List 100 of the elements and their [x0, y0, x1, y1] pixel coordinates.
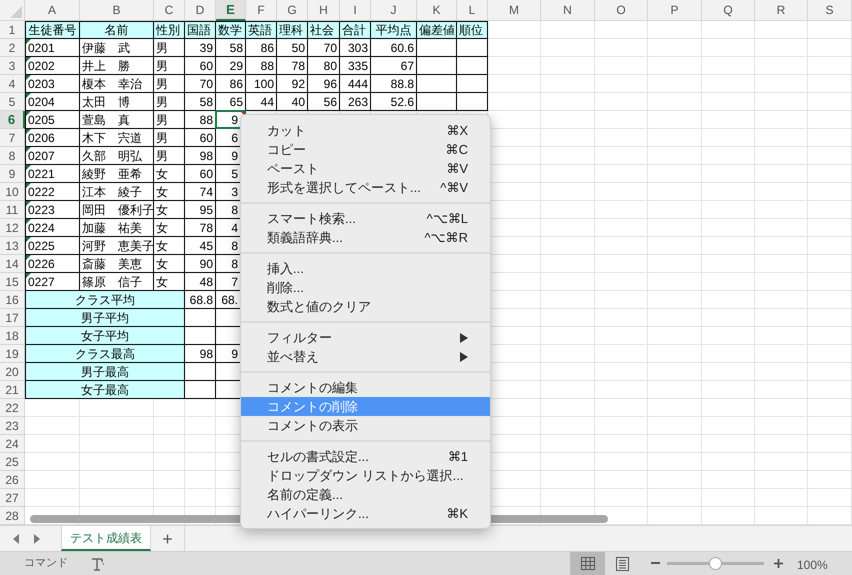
table-cell[interactable]: 29	[216, 57, 246, 75]
table-cell[interactable]: 50	[277, 39, 308, 57]
table-cell[interactable]: 0223	[25, 201, 80, 219]
table-cell[interactable]: 67	[371, 57, 417, 75]
table-cell[interactable]: 90	[185, 255, 216, 273]
table-cell[interactable]: 100	[246, 75, 277, 93]
table-cell[interactable]: 0203	[25, 75, 80, 93]
table-cell[interactable]: 335	[340, 57, 371, 75]
table-cell[interactable]: 58	[185, 93, 216, 111]
table-cell[interactable]: 88	[185, 111, 216, 129]
error-indicator-icon[interactable]	[26, 219, 31, 224]
column-heading[interactable]: 英語	[246, 21, 277, 39]
table-cell[interactable]: 女	[154, 201, 185, 219]
row-header[interactable]: 24	[0, 435, 25, 453]
row-header[interactable]: 10	[0, 183, 25, 201]
table-cell[interactable]	[417, 93, 457, 111]
table-cell[interactable]: 65	[216, 93, 246, 111]
summary-label[interactable]: 女子平均	[25, 327, 185, 345]
row-header[interactable]: 19	[0, 345, 25, 363]
row-header[interactable]: 9	[0, 165, 25, 183]
table-cell[interactable]: 96	[308, 75, 340, 93]
table-cell[interactable]: 39	[185, 39, 216, 57]
error-indicator-icon[interactable]	[26, 237, 31, 242]
row-header[interactable]: 26	[0, 471, 25, 489]
column-header[interactable]: J	[371, 0, 417, 21]
row-header[interactable]: 20	[0, 363, 25, 381]
column-header[interactable]: E	[216, 0, 246, 21]
row-header[interactable]: 28	[0, 507, 25, 525]
table-cell[interactable]: 久部 明弘	[80, 147, 154, 165]
row-header[interactable]: 22	[0, 399, 25, 417]
row-header[interactable]: 11	[0, 201, 25, 219]
table-cell[interactable]: 0225	[25, 237, 80, 255]
menu-item[interactable]: コメントの編集	[241, 378, 490, 397]
sheet-tab[interactable]: テスト成績表	[61, 526, 151, 551]
table-cell[interactable]	[457, 93, 488, 111]
table-cell[interactable]: 綾野 亜希	[80, 165, 154, 183]
row-header[interactable]: 7	[0, 129, 25, 147]
normal-view-button[interactable]	[570, 552, 605, 575]
table-cell[interactable]: 女	[154, 219, 185, 237]
table-cell[interactable]	[185, 363, 216, 381]
table-cell[interactable]: 60.6	[371, 39, 417, 57]
table-cell[interactable]: 0221	[25, 165, 80, 183]
row-header[interactable]: 2	[0, 39, 25, 57]
next-sheet-icon[interactable]	[33, 534, 40, 544]
table-cell[interactable]: 男	[154, 75, 185, 93]
column-header[interactable]: S	[808, 0, 852, 21]
table-cell[interactable]: 86	[246, 39, 277, 57]
table-cell[interactable]: 56	[308, 93, 340, 111]
table-cell[interactable]: 萱島 真	[80, 111, 154, 129]
table-cell[interactable]: 45	[185, 237, 216, 255]
table-cell[interactable]: 95	[185, 201, 216, 219]
row-header[interactable]: 14	[0, 255, 25, 273]
row-header[interactable]: 3	[0, 57, 25, 75]
table-cell[interactable]	[417, 57, 457, 75]
table-cell[interactable]: 太田 博	[80, 93, 154, 111]
column-header[interactable]: G	[277, 0, 308, 21]
column-header[interactable]: O	[595, 0, 648, 21]
table-cell[interactable]: 98	[185, 147, 216, 165]
table-cell[interactable]: 岡田 優利子	[80, 201, 154, 219]
table-cell[interactable]: 男	[154, 57, 185, 75]
table-cell[interactable]: 江本 綾子	[80, 183, 154, 201]
table-cell[interactable]: 木下 宍道	[80, 129, 154, 147]
column-heading[interactable]: 社会	[308, 21, 340, 39]
row-header[interactable]: 17	[0, 309, 25, 327]
table-cell[interactable]: 女	[154, 165, 185, 183]
column-header[interactable]: A	[25, 0, 80, 21]
menu-item[interactable]: コメントの表示	[241, 416, 490, 435]
table-cell[interactable]: 88.8	[371, 75, 417, 93]
zoom-out-icon[interactable]	[651, 562, 660, 565]
menu-item[interactable]: 名前の定義...	[241, 485, 490, 504]
table-cell[interactable]	[185, 381, 216, 399]
row-header[interactable]: 5	[0, 93, 25, 111]
row-header[interactable]: 21	[0, 381, 25, 399]
table-cell[interactable]	[185, 327, 216, 345]
table-cell[interactable]: 加藤 祐美	[80, 219, 154, 237]
row-header[interactable]: 18	[0, 327, 25, 345]
column-header[interactable]: Q	[702, 0, 755, 21]
column-header[interactable]: N	[541, 0, 595, 21]
table-cell[interactable]: 伊藤 武	[80, 39, 154, 57]
menu-item[interactable]: ドロップダウン リストから選択...	[241, 466, 490, 485]
table-cell[interactable]: 78	[185, 219, 216, 237]
column-header[interactable]: C	[154, 0, 185, 21]
table-cell[interactable]: 92	[277, 75, 308, 93]
table-cell[interactable]: 榎本 幸治	[80, 75, 154, 93]
table-cell[interactable]: 70	[308, 39, 340, 57]
table-cell[interactable]: 88	[246, 57, 277, 75]
table-cell[interactable]: 98	[185, 345, 216, 363]
table-cell[interactable]: 0201	[25, 39, 80, 57]
error-indicator-icon[interactable]	[26, 273, 31, 278]
summary-label[interactable]: クラス平均	[25, 291, 185, 309]
table-cell[interactable]: 68.8	[185, 291, 216, 309]
table-cell[interactable]: 44	[246, 93, 277, 111]
table-cell[interactable]	[417, 75, 457, 93]
row-header[interactable]: 27	[0, 489, 25, 507]
column-header[interactable]: L	[457, 0, 488, 21]
column-header[interactable]: P	[648, 0, 702, 21]
column-heading[interactable]: 偏差値	[417, 21, 457, 39]
table-cell[interactable]: 0226	[25, 255, 80, 273]
zoom-percentage[interactable]: 100%	[797, 556, 828, 574]
column-header[interactable]: R	[755, 0, 808, 21]
